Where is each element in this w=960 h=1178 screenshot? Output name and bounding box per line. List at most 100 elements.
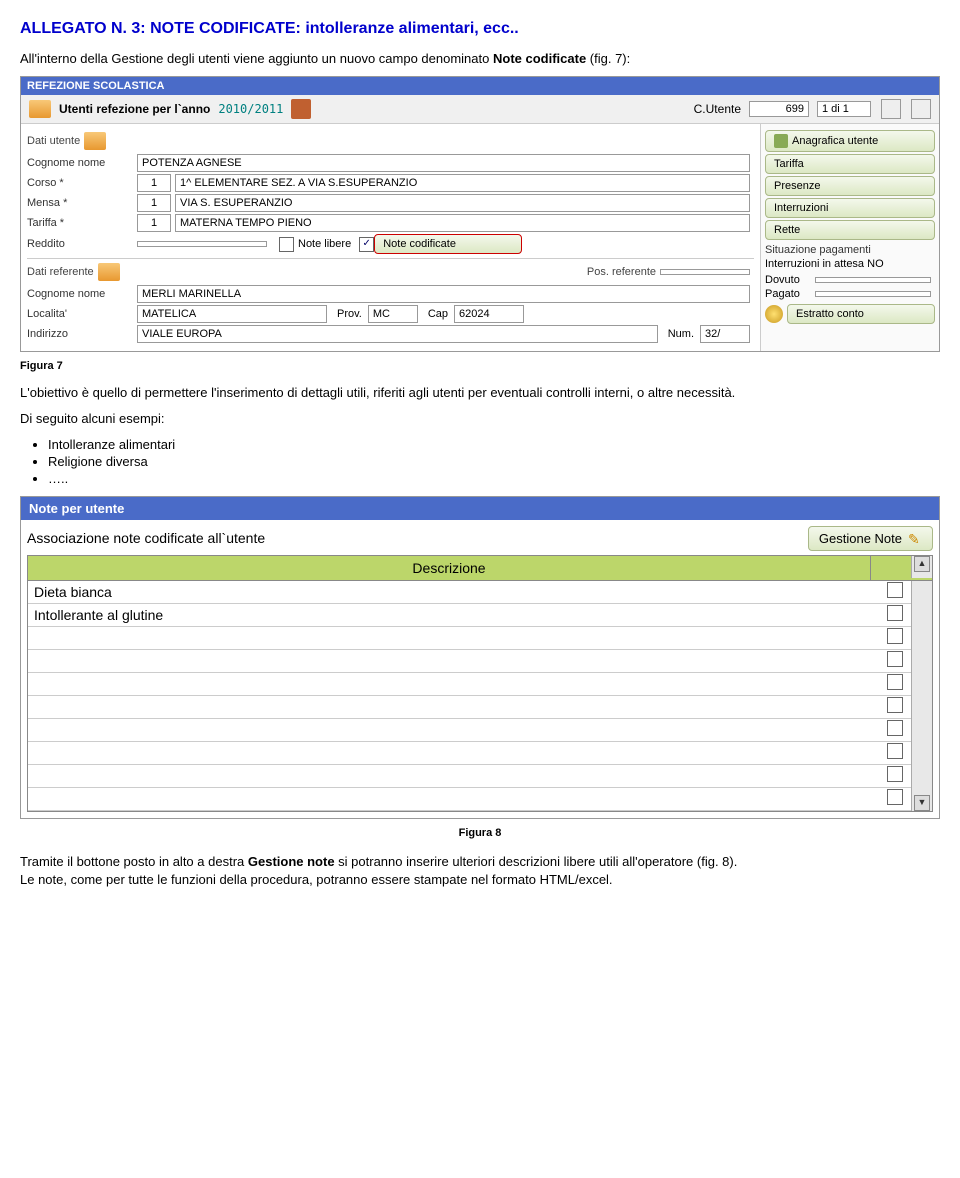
figure-8-caption: Figura 8 — [20, 827, 940, 839]
corso-input[interactable]: 1^ ELEMENTARE SEZ. A VIA S.ESUPERANZIO — [175, 174, 750, 192]
pencil-icon — [908, 531, 922, 545]
dovuto-label: Dovuto — [765, 274, 815, 286]
list-item: Intolleranze alimentari — [48, 437, 940, 452]
row-checkbox[interactable] — [887, 605, 903, 621]
cognome-input[interactable]: POTENZA AGNESE — [137, 154, 750, 172]
nav-btn-1[interactable] — [881, 99, 901, 119]
coin-icon[interactable] — [765, 305, 783, 323]
doc-title: ALLEGATO N. 3: NOTE CODIFICATE: intoller… — [20, 20, 940, 38]
c-utente-value[interactable]: 699 — [749, 101, 809, 117]
cognome-label: Cognome nome — [27, 157, 137, 169]
dati-utente-label: Dati utente — [27, 135, 80, 147]
table-row[interactable] — [28, 788, 911, 811]
tariffa-input[interactable]: MATERNA TEMPO PIENO — [175, 214, 750, 232]
prov-input[interactable]: MC — [368, 305, 418, 323]
dovuto-input[interactable] — [815, 277, 931, 283]
list-item: ….. — [48, 471, 940, 486]
corso-label: Corso * — [27, 177, 137, 189]
table-row[interactable] — [28, 742, 911, 765]
presenze-button[interactable]: Presenze — [765, 176, 935, 196]
closing-prefix: Tramite il bottone posto in alto a destr… — [20, 854, 248, 869]
table-row[interactable] — [28, 627, 911, 650]
app-header-row: Utenti refezione per l`anno 2010/2011 C.… — [21, 95, 939, 124]
anagrafica-button[interactable]: Anagrafica utente — [765, 130, 935, 152]
pagato-input[interactable] — [815, 291, 931, 297]
closing-mid: si potranno inserire ulteriori descrizio… — [335, 854, 738, 869]
anagrafica-label: Anagrafica utente — [792, 135, 878, 147]
row-checkbox[interactable] — [887, 697, 903, 713]
objective-paragraph: L'obiettivo è quello di permettere l'ins… — [20, 384, 940, 402]
note-codificate-check-icon[interactable] — [359, 237, 374, 252]
row-checkbox[interactable] — [887, 743, 903, 759]
closing-paragraph: Tramite il bottone posto in alto a destr… — [20, 853, 940, 889]
prov-label: Prov. — [337, 308, 362, 320]
int-attesa-value: NO — [867, 258, 884, 270]
rette-label: Rette — [774, 224, 800, 236]
row-desc — [28, 659, 879, 663]
table-row[interactable] — [28, 673, 911, 696]
note-codificate-label: Note codificate — [383, 238, 456, 250]
table-row[interactable]: Intollerante al glutine — [28, 604, 911, 627]
header-label: Utenti refezione per l`anno — [59, 102, 210, 116]
table-row[interactable]: Dieta bianca — [28, 581, 911, 604]
num-label: Num. — [668, 328, 694, 340]
scroll-up-icon[interactable]: ▲ — [914, 556, 930, 572]
row-checkbox[interactable] — [887, 766, 903, 782]
reddito-label: Reddito — [27, 238, 137, 250]
row-desc — [28, 705, 879, 709]
section-dati-utente: Dati utente — [27, 132, 754, 150]
tariffa-code[interactable]: 1 — [137, 214, 171, 232]
row-desc — [28, 728, 879, 732]
tariffa-label: Tariffa * — [27, 217, 137, 229]
pos-referente-label: Pos. referente — [587, 266, 656, 278]
table-row[interactable] — [28, 719, 911, 742]
estratto-conto-button[interactable]: Estratto conto — [787, 304, 935, 324]
row-checkbox[interactable] — [887, 582, 903, 598]
book-icon[interactable] — [291, 99, 311, 119]
people-icon — [29, 100, 51, 118]
nav-btn-2[interactable] — [911, 99, 931, 119]
ref-cognome-label: Cognome nome — [27, 288, 137, 300]
pagato-label: Pagato — [765, 288, 815, 300]
interruzioni-attesa-row: Interruzioni in attesa NO — [765, 258, 935, 270]
examples-intro: Di seguito alcuni esempi: — [20, 410, 940, 428]
gestione-note-label: Gestione Note — [819, 531, 902, 546]
interruzioni-button[interactable]: Interruzioni — [765, 198, 935, 218]
person-icon — [84, 132, 106, 150]
row-checkbox[interactable] — [887, 789, 903, 805]
corso-code[interactable]: 1 — [137, 174, 171, 192]
scroll-down-icon[interactable]: ▼ — [914, 795, 930, 811]
card-icon — [774, 134, 788, 148]
mensa-code[interactable]: 1 — [137, 194, 171, 212]
note-codificate-button[interactable]: Note codificate — [374, 234, 522, 254]
table-row[interactable] — [28, 696, 911, 719]
note-title-bar: Note per utente — [21, 497, 939, 520]
app-title: REFEZIONE SCOLASTICA — [27, 80, 165, 92]
row-checkbox[interactable] — [887, 651, 903, 667]
table-row[interactable] — [28, 650, 911, 673]
row-checkbox[interactable] — [887, 628, 903, 644]
reddito-input[interactable] — [137, 241, 267, 247]
pos-referente-input[interactable] — [660, 269, 750, 275]
row-desc: Intollerante al glutine — [28, 605, 879, 625]
table-row[interactable] — [28, 765, 911, 788]
tariffa-button[interactable]: Tariffa — [765, 154, 935, 174]
scrollbar[interactable]: ▼ — [911, 581, 932, 811]
mensa-input[interactable]: VIA S. ESUPERANZIO — [175, 194, 750, 212]
row-desc — [28, 797, 879, 801]
list-item: Religione diversa — [48, 454, 940, 469]
gestione-note-button[interactable]: Gestione Note — [808, 526, 933, 551]
estratto-label: Estratto conto — [796, 308, 864, 320]
rette-button[interactable]: Rette — [765, 220, 935, 240]
num-input[interactable]: 32/ — [700, 325, 750, 343]
examples-list: Intolleranze alimentari Religione divers… — [48, 437, 940, 486]
row-checkbox[interactable] — [887, 674, 903, 690]
ref-cognome-input[interactable]: MERLI MARINELLA — [137, 285, 750, 303]
notes-grid: Descrizione ▲ Dieta bianca Intollerante … — [27, 555, 933, 812]
cap-input[interactable]: 62024 — [454, 305, 524, 323]
row-checkbox[interactable] — [887, 720, 903, 736]
localita-input[interactable]: MATELICA — [137, 305, 327, 323]
app-title-bar: REFEZIONE SCOLASTICA — [21, 77, 939, 95]
note-libere-checkbox[interactable]: Note libere — [279, 237, 351, 252]
indirizzo-input[interactable]: VIALE EUROPA — [137, 325, 658, 343]
